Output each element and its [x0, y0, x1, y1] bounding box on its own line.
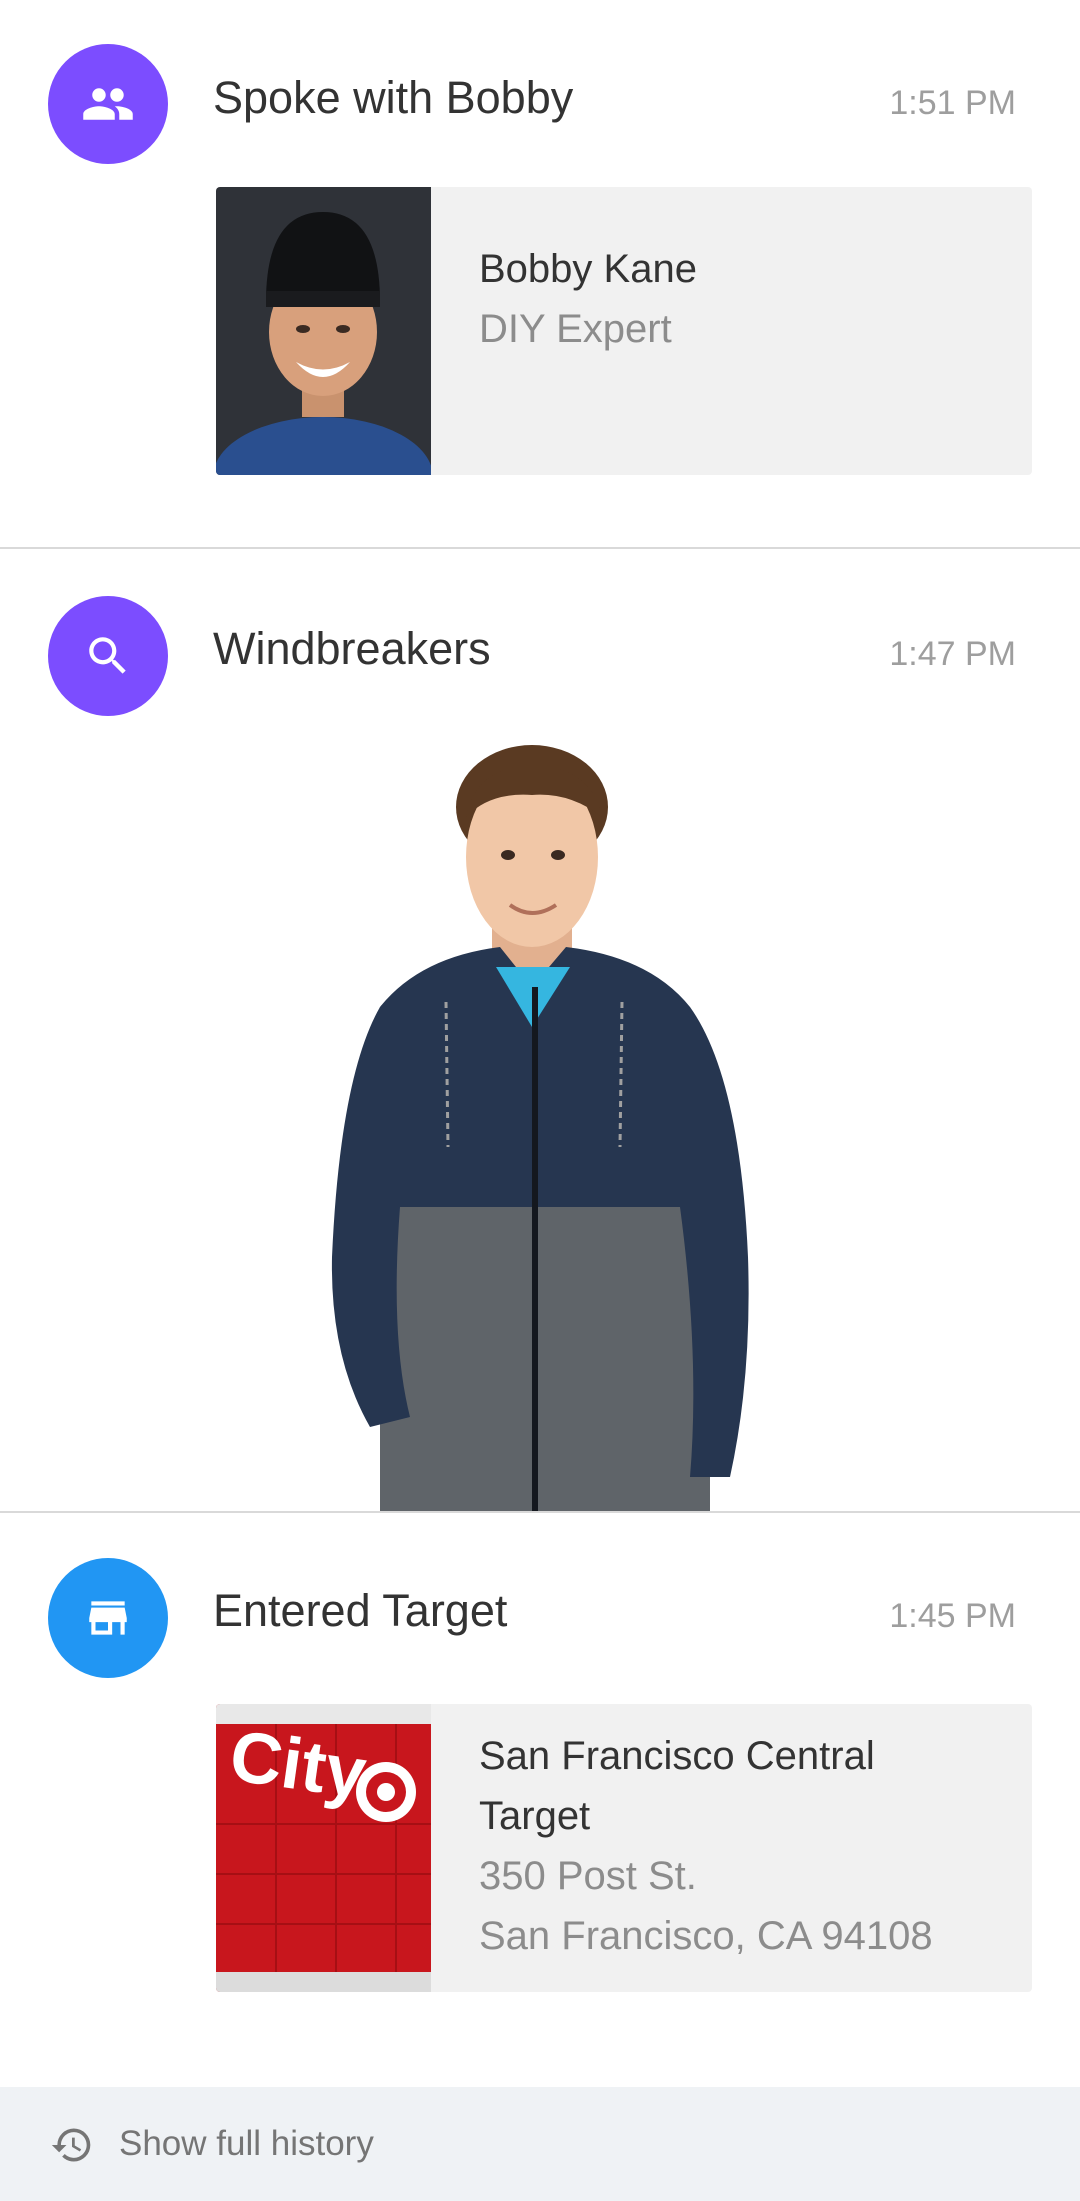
search-icon	[48, 596, 168, 716]
contact-card[interactable]: Bobby Kane DIY Expert	[216, 187, 1032, 475]
history-icon	[50, 2123, 94, 2167]
item-time: 1:45 PM	[889, 1597, 1016, 1635]
store-icon	[48, 1558, 168, 1678]
item-time: 1:47 PM	[889, 635, 1016, 673]
product-image[interactable]	[270, 737, 810, 1511]
contact-photo	[216, 187, 431, 475]
show-full-history-button[interactable]: Show full history	[0, 2087, 1080, 2201]
item-title: Windbreakers	[213, 623, 491, 674]
timeline-item-spoke-with-bobby: Spoke with Bobby 1:51 PM Bobby Kane DIY …	[0, 0, 1080, 548]
timeline-item-entered-target: Entered Target 1:45 PM City San Francisc…	[0, 1513, 1080, 2087]
item-title: Entered Target	[213, 1585, 508, 1636]
timeline-item-windbreakers: Windbreakers 1:47 PM	[0, 549, 1080, 1511]
store-photo: City	[216, 1704, 431, 1992]
people-icon	[48, 44, 168, 164]
item-title: Spoke with Bobby	[213, 72, 574, 123]
contact-name: Bobby Kane	[479, 247, 697, 291]
store-address-line1: 350 Post St.	[479, 1854, 697, 1898]
store-address-line2: San Francisco, CA 94108	[479, 1914, 933, 1958]
contact-role: DIY Expert	[479, 307, 672, 351]
show-full-history-label: Show full history	[119, 2124, 374, 2163]
store-card[interactable]: City San Francisco Central Target 350 Po…	[216, 1704, 1032, 1992]
store-name: San Francisco Central Target	[479, 1734, 875, 1838]
item-time: 1:51 PM	[889, 84, 1016, 122]
